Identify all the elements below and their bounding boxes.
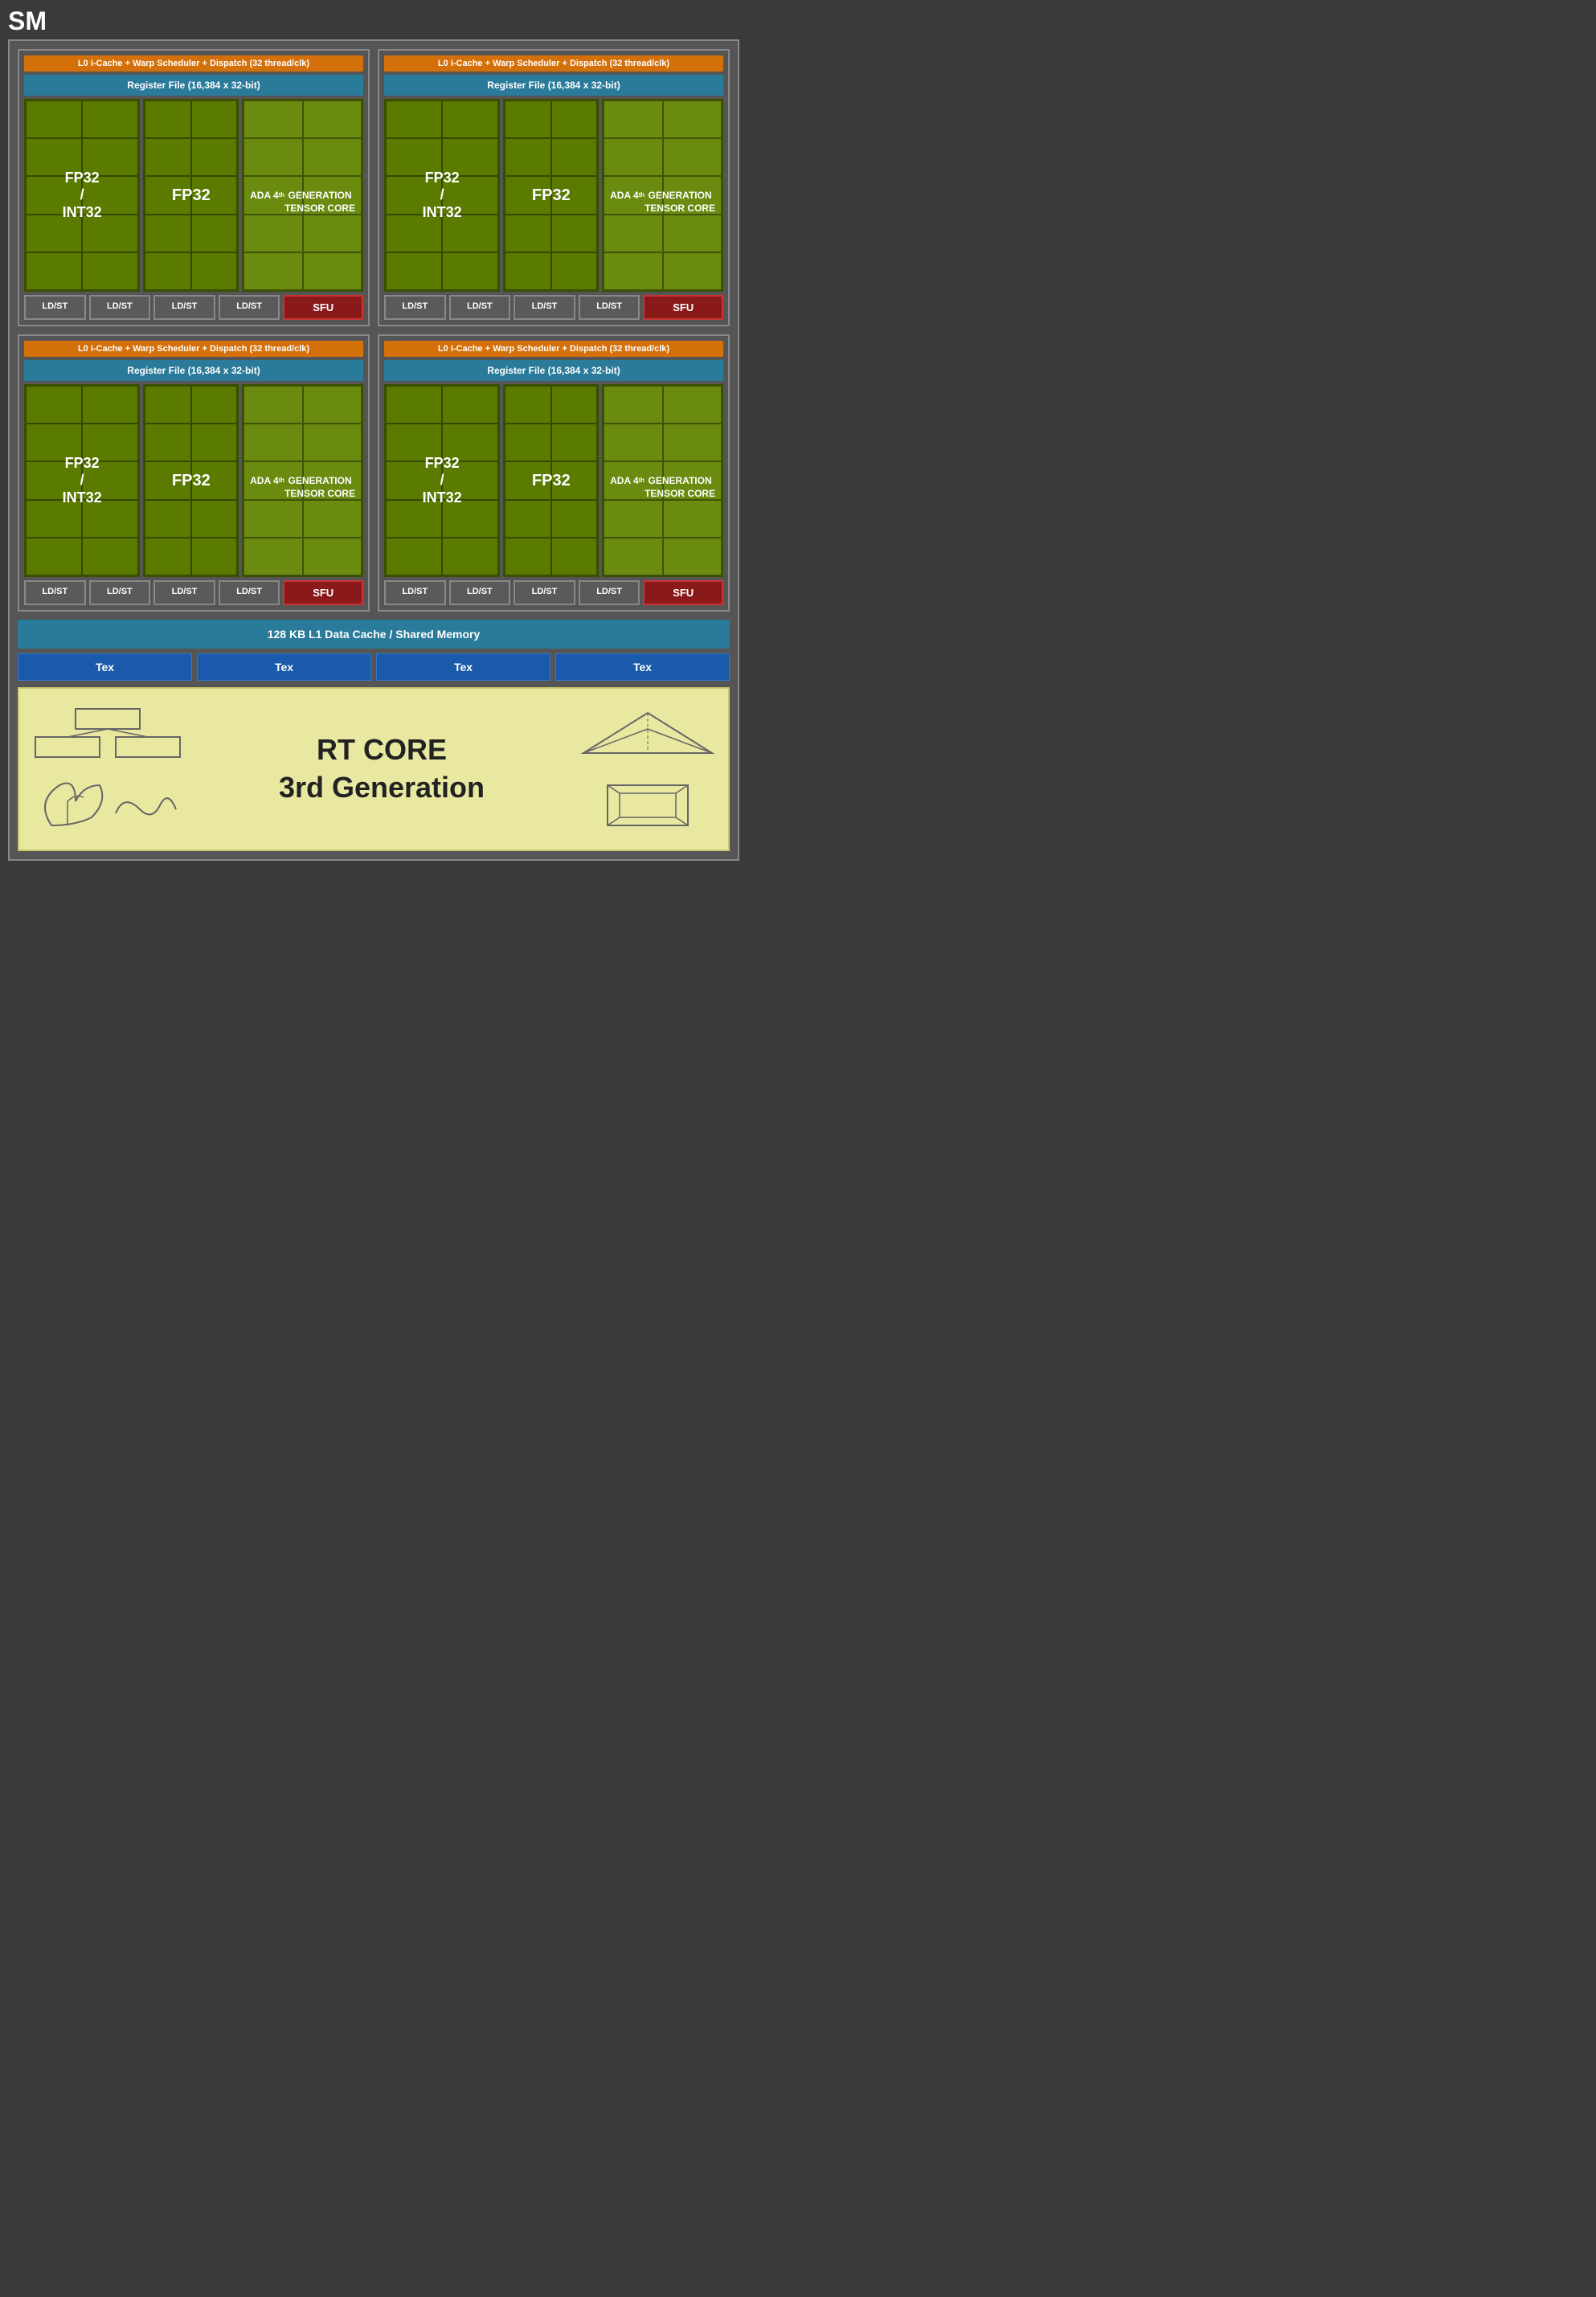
tex-row: Tex Tex Tex Tex xyxy=(18,653,730,681)
ldst-1-1: LD/ST xyxy=(24,295,86,320)
rt-core-label: RT CORE3rd Generation xyxy=(188,731,575,807)
sfu-4: SFU xyxy=(643,580,723,605)
ldst-3-3: LD/ST xyxy=(153,580,215,605)
quadrant-4: L0 i-Cache + Warp Scheduler + Dispatch (… xyxy=(378,334,730,612)
reg-file-4: Register File (16,384 x 32-bit) xyxy=(384,360,723,381)
ldst-2-1: LD/ST xyxy=(384,295,446,320)
rt-diagram-left xyxy=(27,705,188,833)
l0-header-2: L0 i-Cache + Warp Scheduler + Dispatch (… xyxy=(384,55,723,72)
sm-outer: L0 i-Cache + Warp Scheduler + Dispatch (… xyxy=(8,39,739,861)
sfu-2: SFU xyxy=(643,295,723,320)
ldst-2-4: LD/ST xyxy=(579,295,640,320)
reg-file-1: Register File (16,384 x 32-bit) xyxy=(24,75,363,96)
rt-right-bottom-svg xyxy=(575,769,720,833)
sm-title: SM xyxy=(0,0,747,39)
tex-2: Tex xyxy=(197,653,371,681)
rt-diagram-right xyxy=(575,705,720,833)
ldst-4-3: LD/ST xyxy=(514,580,575,605)
tex-1: Tex xyxy=(18,653,192,681)
tex-3: Tex xyxy=(376,653,550,681)
l0-header-3: L0 i-Cache + Warp Scheduler + Dispatch (… xyxy=(24,341,363,357)
rt-right-top-svg xyxy=(575,705,720,761)
ldst-1-2: LD/ST xyxy=(89,295,151,320)
ldst-4-2: LD/ST xyxy=(449,580,511,605)
sfu-3: SFU xyxy=(283,580,363,605)
rt-left-top-svg xyxy=(27,705,188,761)
ldst-3-4: LD/ST xyxy=(219,580,280,605)
ldst-4-4: LD/ST xyxy=(579,580,640,605)
sfu-1: SFU xyxy=(283,295,363,320)
quadrant-2: L0 i-Cache + Warp Scheduler + Dispatch (… xyxy=(378,49,730,326)
ldst-2-3: LD/ST xyxy=(514,295,575,320)
rt-left-bottom-svg xyxy=(27,769,188,833)
reg-file-2: Register File (16,384 x 32-bit) xyxy=(384,75,723,96)
l0-header-1: L0 i-Cache + Warp Scheduler + Dispatch (… xyxy=(24,55,363,72)
ldst-1-3: LD/ST xyxy=(153,295,215,320)
ldst-1-4: LD/ST xyxy=(219,295,280,320)
ldst-4-1: LD/ST xyxy=(384,580,446,605)
ldst-2-2: LD/ST xyxy=(449,295,511,320)
tex-4: Tex xyxy=(555,653,730,681)
l1-cache: 128 KB L1 Data Cache / Shared Memory xyxy=(18,620,730,649)
quadrant-1: L0 i-Cache + Warp Scheduler + Dispatch (… xyxy=(18,49,370,326)
reg-file-3: Register File (16,384 x 32-bit) xyxy=(24,360,363,381)
rt-core: RT CORE3rd Generation xyxy=(18,687,730,851)
ldst-3-2: LD/ST xyxy=(89,580,151,605)
ldst-3-1: LD/ST xyxy=(24,580,86,605)
quadrant-3: L0 i-Cache + Warp Scheduler + Dispatch (… xyxy=(18,334,370,612)
quadrant-grid: L0 i-Cache + Warp Scheduler + Dispatch (… xyxy=(18,49,730,612)
l0-header-4: L0 i-Cache + Warp Scheduler + Dispatch (… xyxy=(384,341,723,357)
